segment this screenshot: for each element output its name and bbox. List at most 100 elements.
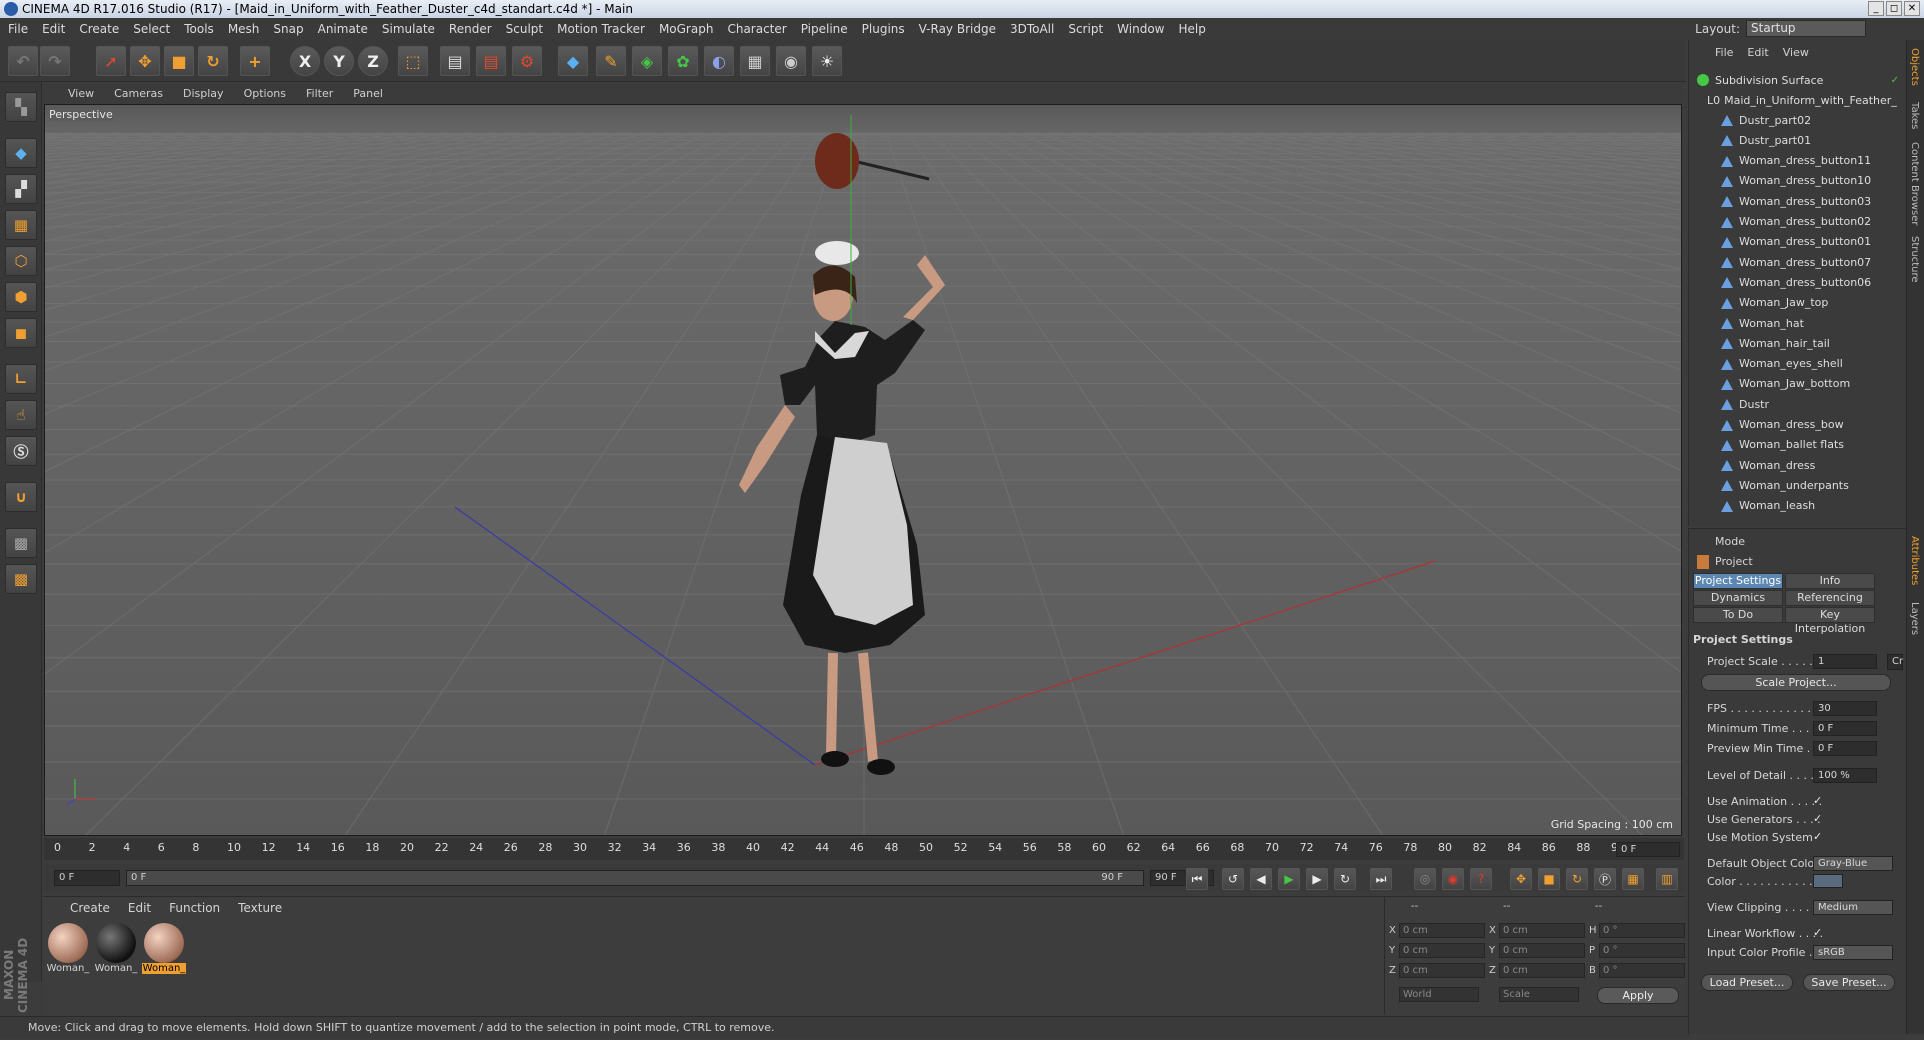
menu-sculpt[interactable]: Sculpt [506,22,543,36]
play-icon[interactable]: ▶ [1278,868,1300,890]
edges-mode-icon[interactable]: ⬢ [5,282,37,312]
viewport-menu-filter[interactable]: Filter [306,87,333,100]
object-row[interactable]: Woman_dress_bow [1721,415,1924,435]
snap-icon[interactable]: Ⓢ [5,436,37,466]
maximize-button[interactable]: ◻ [1886,1,1902,16]
minimize-button[interactable]: _ [1868,1,1884,16]
object-row[interactable]: Woman_dress_button11 [1721,151,1924,171]
linear-workflow-checkbox[interactable]: ✓ [1813,926,1822,939]
key-scale-icon[interactable]: ■ [1538,868,1560,890]
key-position-icon[interactable]: ✥ [1510,868,1532,890]
size-z-field[interactable]: 0 cm [1499,963,1585,978]
material-menu-texture[interactable]: Texture [238,901,282,915]
material-woman-black[interactable]: Woman_ [94,923,138,974]
menu-tools[interactable]: Tools [184,22,214,36]
tab-info[interactable]: Info [1785,573,1875,589]
object-row[interactable]: Woman_hair_tail [1721,333,1924,353]
position-z-field[interactable]: 0 cm [1399,963,1485,978]
size-x-field[interactable]: 0 cm [1499,923,1585,938]
tab-dynamics[interactable]: Dynamics [1693,590,1783,606]
material-menu-function[interactable]: Function [169,901,220,915]
move-tool-icon[interactable]: ✥ [130,46,160,76]
coordinate-system-icon[interactable]: ⬚ [398,46,428,76]
model-mode-icon[interactable]: ◆ [5,138,37,168]
default-object-color-dropdown[interactable]: Gray-Blue [1813,856,1893,871]
object-subdivision-surface[interactable]: Subdivision Surface ✓ [1697,70,1907,90]
menu-mograph[interactable]: MoGraph [659,22,714,36]
y-axis-toggle[interactable]: Y [324,46,354,76]
prev-key-icon[interactable]: ↺ [1222,868,1244,890]
goto-start-icon[interactable]: ⏮ [1186,868,1208,890]
tab-structure[interactable]: Structure [1909,236,1920,283]
menu-window[interactable]: Window [1117,22,1164,36]
position-y-field[interactable]: 0 cm [1399,943,1485,958]
axis-mode-icon[interactable]: ∟ [5,364,37,394]
viewport-menu-display[interactable]: Display [183,87,224,100]
save-preset-button[interactable]: Save Preset... [1803,974,1895,991]
points-mode-icon[interactable]: ⬡ [5,246,37,276]
subdivision-surface-icon[interactable]: ◈ [632,46,662,76]
render-picture-viewer-icon[interactable]: ▤ [476,46,506,76]
timeline-window-icon[interactable]: ▥ [1656,868,1678,890]
pen-spline-icon[interactable]: ✎ [596,46,626,76]
undo-icon[interactable]: ↶ [8,46,38,76]
rotation-p-field[interactable]: 0 ° [1599,943,1685,958]
scale-dropdown[interactable]: Scale [1499,987,1579,1002]
magnet-icon[interactable]: ∪ [5,482,37,512]
enabled-check-icon[interactable]: ✓ [1891,75,1899,86]
key-rotation-icon[interactable]: ↻ [1566,868,1588,890]
menu-mesh[interactable]: Mesh [228,22,260,36]
camera-icon[interactable]: ◉ [776,46,806,76]
scale-tool-icon[interactable]: ■ [164,46,194,76]
object-group-maid[interactable]: L0 Maid_in_Uniform_with_Feather_ [1707,90,1917,110]
object-menu-view[interactable]: View [1783,46,1809,59]
material-woman-skin-1[interactable]: Woman_ [46,923,90,974]
redo-icon[interactable]: ↷ [40,46,70,76]
z-axis-toggle[interactable]: Z [358,46,388,76]
object-row[interactable]: Woman_hat [1721,313,1924,333]
next-key-icon[interactable]: ↻ [1334,868,1356,890]
tab-objects[interactable]: Objects [1909,48,1920,86]
prev-frame-icon[interactable]: ◀ [1250,868,1272,890]
material-menu-edit[interactable]: Edit [128,901,151,915]
minimum-time-field[interactable]: 0 F [1813,721,1877,736]
object-row[interactable]: Woman_leash [1721,496,1924,516]
use-animation-checkbox[interactable]: ✓ [1813,794,1822,807]
view-clipping-dropdown[interactable]: Medium [1813,900,1893,915]
menu-motion-tracker[interactable]: Motion Tracker [557,22,645,36]
cloner-icon[interactable]: ✿ [668,46,698,76]
apply-button[interactable]: Apply [1597,987,1679,1004]
menu-snap[interactable]: Snap [273,22,303,36]
rotation-b-field[interactable]: 0 ° [1599,963,1685,978]
tab-takes[interactable]: Takes [1909,102,1920,129]
viewport-menu-cameras[interactable]: Cameras [114,87,163,100]
close-button[interactable]: ✕ [1904,1,1920,16]
x-axis-toggle[interactable]: X [290,46,320,76]
tab-layers[interactable]: Layers [1909,602,1920,635]
object-row[interactable]: Dustr [1721,394,1924,414]
menu-pipeline[interactable]: Pipeline [801,22,848,36]
viewport-menu-panel[interactable]: Panel [353,87,383,100]
tab-to-do[interactable]: To Do [1693,607,1783,623]
tab-key-interpolation[interactable]: Key Interpolation [1785,607,1875,635]
viewport-perspective[interactable]: Perspective Grid Spacing : 100 cm [44,104,1682,836]
start-frame-field[interactable]: 0 F [54,870,120,886]
render-view-icon[interactable]: ▤ [440,46,470,76]
deformer-icon[interactable]: ◐ [704,46,734,76]
use-generators-checkbox[interactable]: ✓ [1813,812,1822,825]
object-row[interactable]: Woman_dress_button10 [1721,171,1924,191]
viewport-menu-options[interactable]: Options [244,87,286,100]
menu-plugins[interactable]: Plugins [862,22,905,36]
floor-icon[interactable]: ▦ [740,46,770,76]
menu-script[interactable]: Script [1068,22,1103,36]
rotation-h-field[interactable]: 0 ° [1599,923,1685,938]
tab-referencing[interactable]: Referencing [1785,590,1875,606]
workplane-mode-icon[interactable]: ▦ [5,210,37,240]
rotate-tool-icon[interactable]: ↻ [198,46,228,76]
layout-dropdown[interactable]: Startup [1746,20,1866,37]
menu-edit[interactable]: Edit [42,22,65,36]
level-of-detail-field[interactable]: 100 % [1813,768,1877,783]
menu-select[interactable]: Select [133,22,170,36]
menu-create[interactable]: Create [79,22,119,36]
input-color-profile-dropdown[interactable]: sRGB [1813,945,1893,960]
